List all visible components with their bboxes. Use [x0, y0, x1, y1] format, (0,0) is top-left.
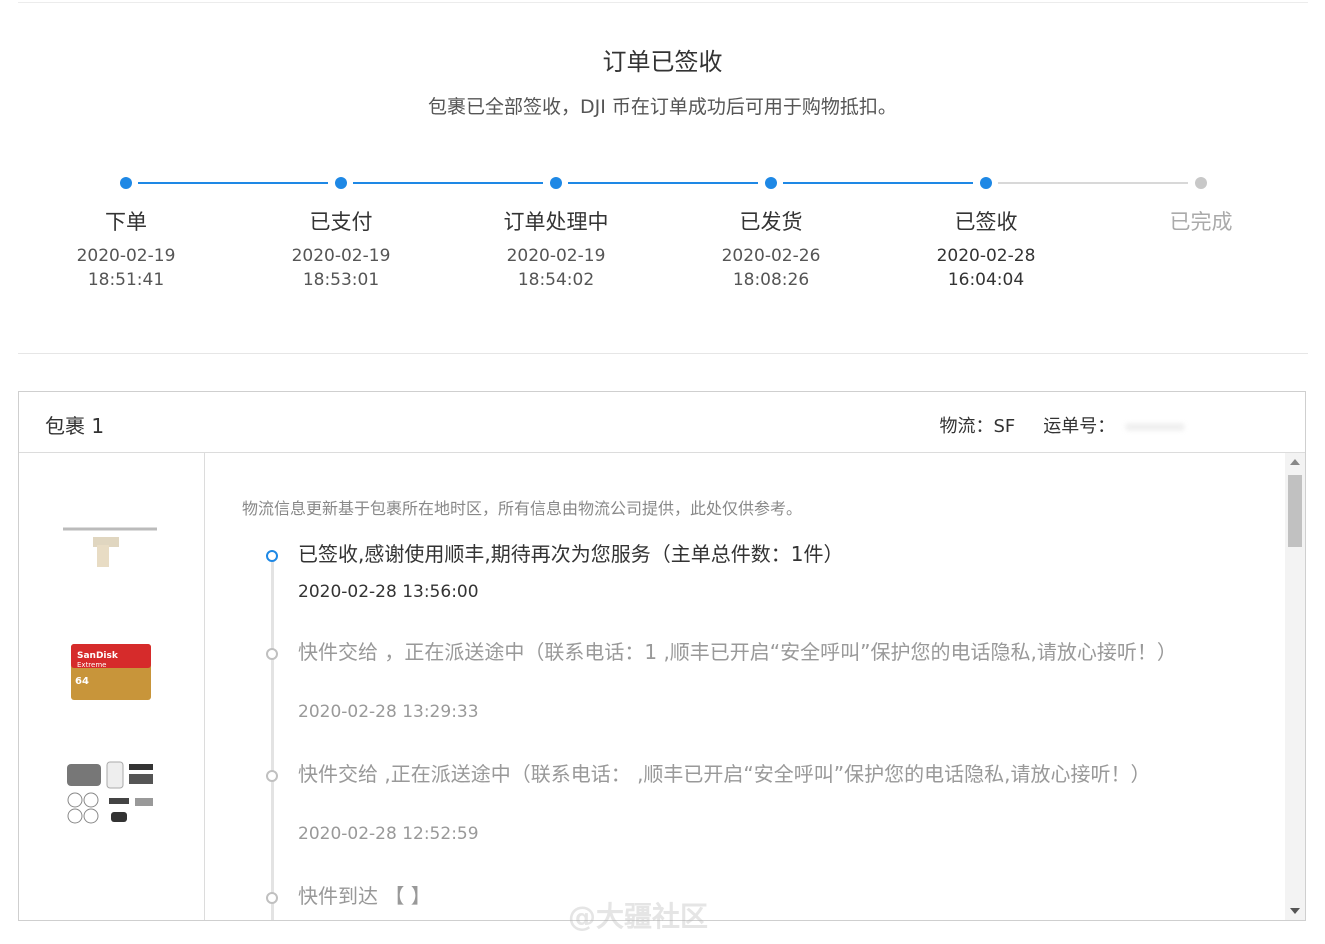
- package-card: 包裹 1 物流：SF 运单号： SanDisk Extreme 64 物流信息更…: [18, 391, 1306, 921]
- step-time: 16:04:04: [947, 270, 1025, 290]
- progress-segment: [998, 182, 1188, 184]
- step-time: 18:53:01: [302, 270, 380, 290]
- step-label: 订单处理中: [503, 210, 609, 234]
- top-divider: [18, 2, 1308, 3]
- step-time: 18:08:26: [732, 270, 810, 290]
- step-label: 已支付: [309, 210, 373, 234]
- svg-text:64: 64: [75, 676, 89, 687]
- page-subtitle: 包裹已全部签收，DJI 币在订单成功后可用于购物抵扣。: [428, 96, 897, 118]
- logistics-log: 物流信息更新基于包裹所在地时区，所有信息由物流公司提供，此处仅供参考。 已签收,…: [205, 453, 1285, 920]
- page-title: 订单已签收: [602, 48, 723, 76]
- step-date: 2020-02-19: [291, 246, 391, 266]
- step-dot: [120, 177, 132, 189]
- product-thumbnails: SanDisk Extreme 64: [19, 453, 205, 920]
- step-dot: [1195, 177, 1207, 189]
- event-text: 快件交给 ,正在派送途中（联系电话： ,顺丰已开启“安全呼叫”保护您的电话隐私,…: [298, 762, 1151, 786]
- event-marker: [266, 892, 278, 904]
- logistics-notice: 物流信息更新基于包裹所在地时区，所有信息由物流公司提供，此处仅供参考。: [242, 499, 803, 518]
- event-text: 已签收,感谢使用顺丰,期待再次为您服务（主单总件数：1件）: [298, 542, 844, 566]
- step-date: 2020-02-19: [506, 246, 606, 266]
- timeline-line: [271, 561, 274, 920]
- step-date: 2020-02-28: [936, 246, 1036, 266]
- event-marker: [266, 550, 278, 562]
- step-dot: [980, 177, 992, 189]
- scroll-thumb[interactable]: [1288, 475, 1302, 547]
- scroll-up-arrow-icon[interactable]: [1290, 459, 1300, 465]
- progress-segment: [353, 182, 543, 184]
- event-text: 快件交给 ，正在派送途中（联系电话：1 ,顺丰已开启“安全呼叫”保护您的电话隐私…: [298, 640, 1177, 664]
- step-dot: [335, 177, 347, 189]
- step-label: 已发货: [739, 210, 803, 234]
- section-divider: [18, 353, 1308, 354]
- progress-segment: [138, 182, 328, 184]
- event-marker: [266, 770, 278, 782]
- order-progress: 下单 2020-02-19 18:51:41 已支付 2020-02-19 18…: [0, 170, 1325, 310]
- log-scrollbar[interactable]: [1285, 453, 1305, 920]
- svg-text:SanDisk: SanDisk: [77, 651, 119, 661]
- tracking-number-redacted: [1125, 423, 1185, 431]
- tracking-label: 运单号：: [1043, 416, 1116, 437]
- progress-segment: [783, 182, 973, 184]
- package-header: 包裹 1 物流：SF 运单号：: [19, 392, 1305, 453]
- step-dot: [550, 177, 562, 189]
- step-label: 下单: [105, 210, 147, 234]
- event-time: 2020-02-28 12:52:59: [298, 824, 479, 844]
- step-date: 2020-02-19: [76, 246, 176, 266]
- svg-text:Extreme: Extreme: [77, 661, 106, 669]
- event-text: 快件到达 【 】: [298, 884, 431, 908]
- propeller-guard-image: [63, 527, 157, 567]
- watermark: @大疆社区: [568, 900, 709, 933]
- step-date: 2020-02-26: [721, 246, 821, 266]
- package-info: 物流：SF 运单号：: [935, 412, 1185, 438]
- sd-card-image: SanDisk Extreme 64: [71, 644, 151, 700]
- scroll-down-arrow-icon[interactable]: [1290, 908, 1300, 914]
- event-marker: [266, 648, 278, 660]
- event-time: 2020-02-28 13:29:33: [298, 702, 479, 722]
- step-label: 已完成: [1169, 210, 1233, 234]
- step-label: 已签收: [954, 210, 1018, 234]
- step-time: 18:54:02: [517, 270, 595, 290]
- carrier-label: 物流：SF: [939, 416, 1016, 437]
- step-dot: [765, 177, 777, 189]
- step-time: 18:51:41: [87, 270, 165, 290]
- progress-segment: [568, 182, 758, 184]
- event-time: 2020-02-28 13:56:00: [298, 582, 479, 602]
- package-title: 包裹 1: [45, 414, 105, 438]
- drone-kit-image: [67, 761, 153, 824]
